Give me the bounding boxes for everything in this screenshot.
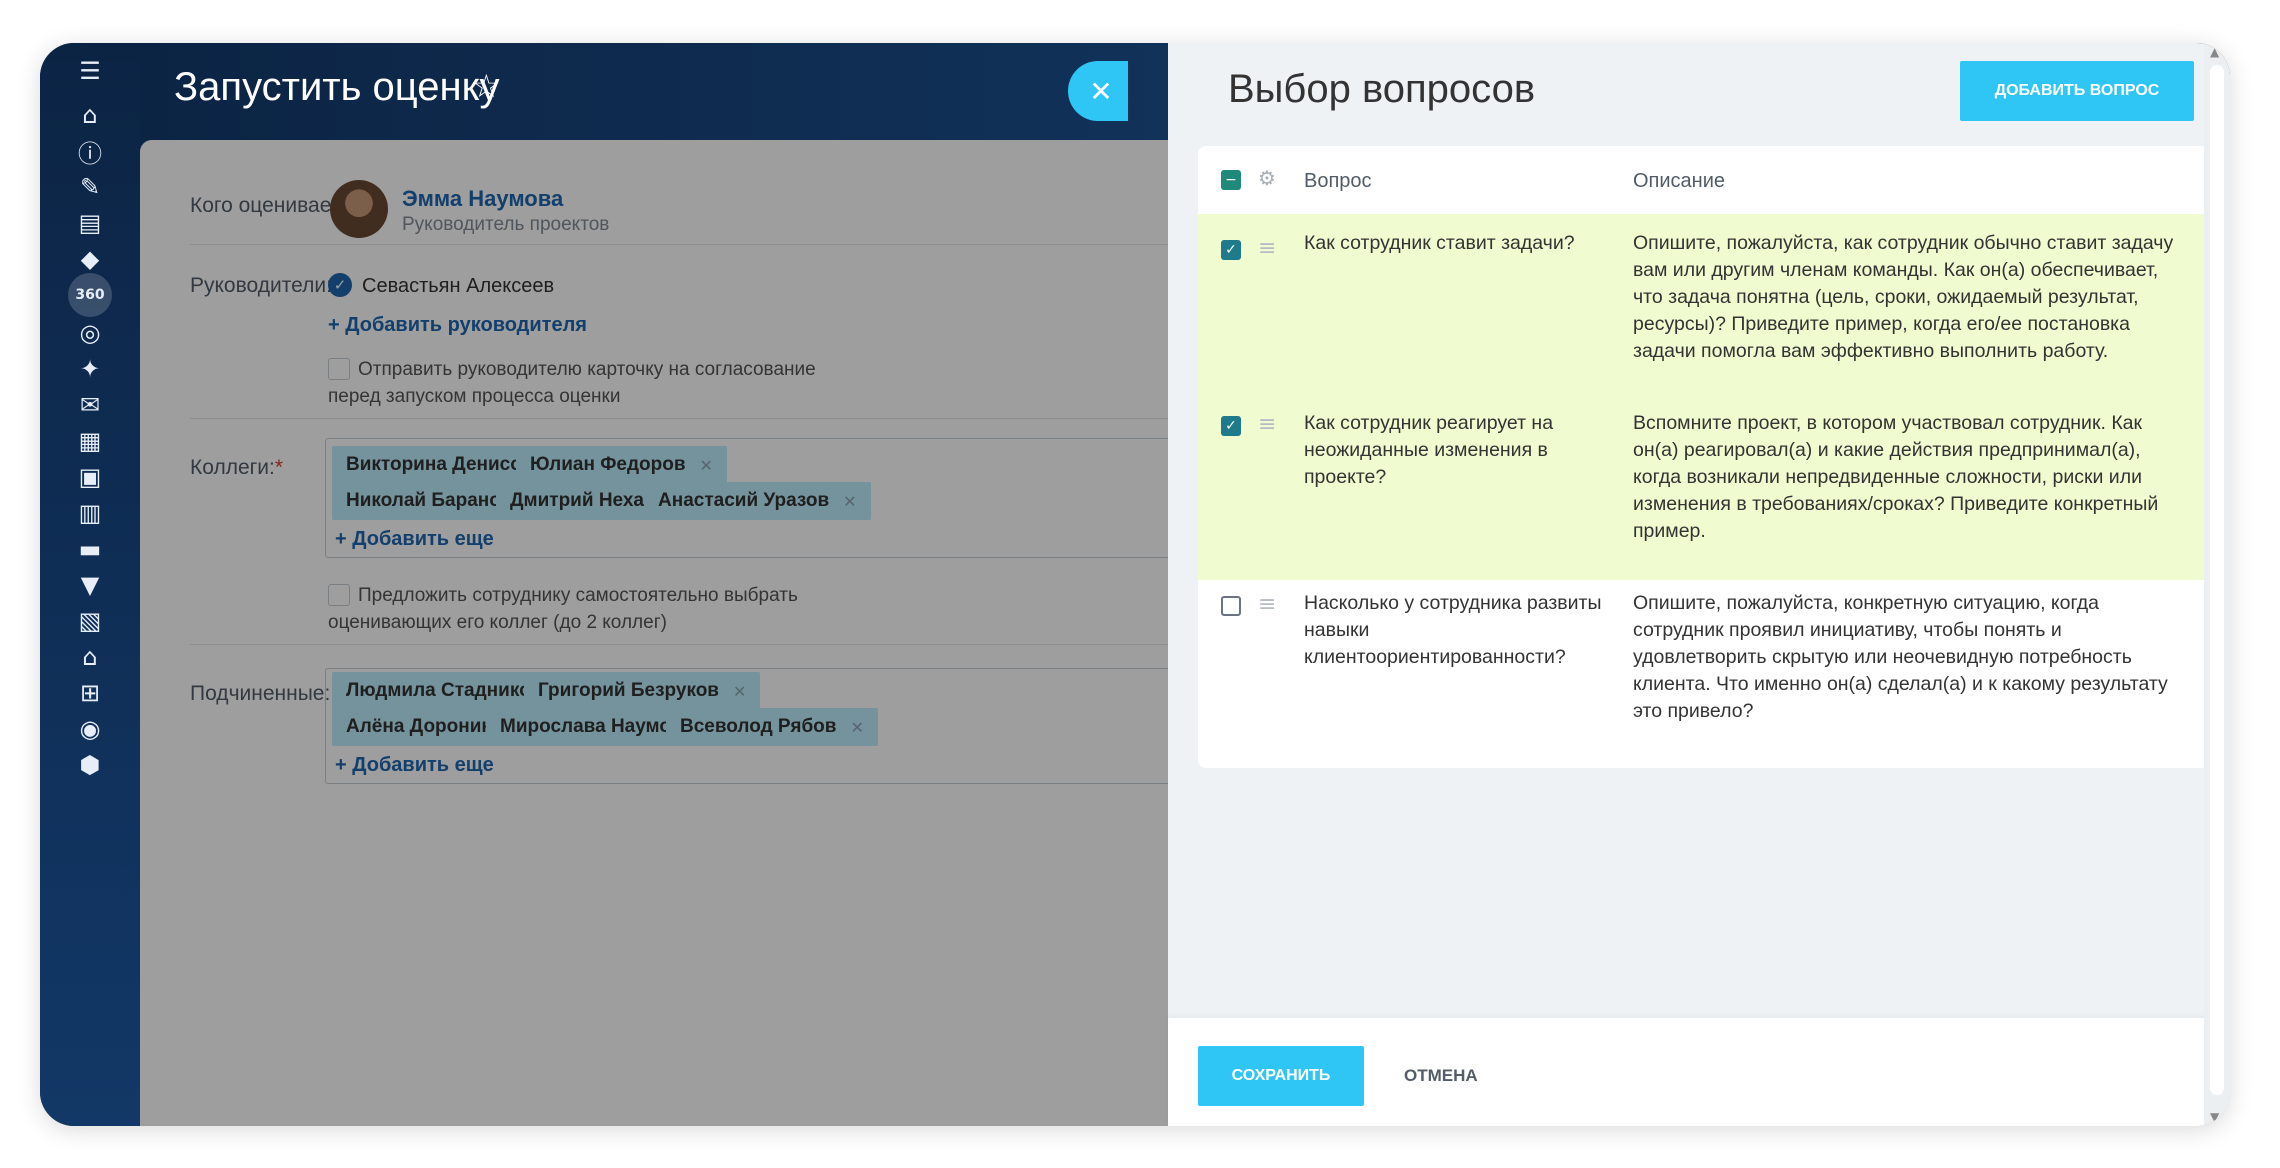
table-header: − ⚙ Вопрос Описание <box>1198 146 2210 214</box>
add-question-button[interactable]: ДОБАВИТЬ ВОПРОС <box>1960 61 2194 121</box>
panel-title: Выбор вопросов <box>1228 67 1536 111</box>
assessment-360-icon[interactable]: 360 <box>68 273 112 317</box>
question-text: Как сотрудник реагирует на неожиданные и… <box>1304 412 1554 488</box>
cancel-button[interactable]: ОТМЕНА <box>1404 1066 1478 1086</box>
close-slider-button[interactable]: ✕ <box>1068 61 1128 121</box>
table-row[interactable]: ✓ ≡ Как сотрудник реагирует на неожиданн… <box>1198 400 2210 580</box>
question-text: Насколько у сотрудника развиты навыки кл… <box>1304 592 1602 668</box>
drag-handle-icon[interactable]: ≡ <box>1258 414 1280 436</box>
shop-icon[interactable]: ⌂ <box>70 637 110 677</box>
drag-handle-icon[interactable]: ≡ <box>1258 594 1280 616</box>
tasks-icon[interactable]: ✎ <box>70 167 110 207</box>
target-icon[interactable]: ◎ <box>70 313 110 353</box>
app-sidebar: ☰ ⌂ ⓘ ✎ ▤ ◆ 360 ◎ ✦ ✉ ▦ ▣ ▥ ▬ ▼ ▧ ⌂ ⊞ ◉ … <box>40 43 140 1126</box>
settings-gear-icon[interactable]: ⚙ <box>1258 166 1276 190</box>
docs-icon[interactable]: ▤ <box>70 203 110 243</box>
info-icon[interactable]: ⓘ <box>70 131 110 171</box>
table-row[interactable]: ≡ Насколько у сотрудника развиты навыки … <box>1198 580 2210 768</box>
row-checkbox[interactable]: ✓ <box>1221 416 1241 436</box>
description-text: Опишите, пожалуйста, конкретную ситуацию… <box>1633 592 2168 722</box>
row-checkbox[interactable]: ✓ <box>1221 240 1241 260</box>
scrollbar-thumb[interactable] <box>2210 65 2224 1095</box>
chat-icon[interactable]: ✉ <box>70 385 110 425</box>
planner-icon[interactable]: ▧ <box>70 601 110 641</box>
row-checkbox[interactable] <box>1221 596 1241 616</box>
games-icon[interactable]: ✦ <box>70 349 110 389</box>
stats-icon[interactable]: ▦ <box>70 421 110 461</box>
column-header-question[interactable]: Вопрос <box>1304 170 1372 193</box>
panel-footer: СОХРАНИТЬ ОТМЕНА <box>1168 1018 2230 1126</box>
page-title: Запустить оценку <box>174 65 500 109</box>
column-header-description[interactable]: Описание <box>1633 170 1725 193</box>
drag-handle-icon[interactable]: ≡ <box>1258 238 1280 260</box>
scroll-up-icon[interactable]: ▲ <box>2210 45 2219 59</box>
calendar-icon[interactable]: ▥ <box>70 493 110 533</box>
overlay[interactable] <box>140 140 1170 1126</box>
crm-icon[interactable]: ▬ <box>70 529 110 569</box>
description-text: Опишите, пожалуйста, как сотрудник обычн… <box>1633 232 2174 362</box>
question-picker-panel: Выбор вопросов ДОБАВИТЬ ВОПРОС − ⚙ Вопро… <box>1168 43 2230 1126</box>
description-text: Вспомните проект, в котором участвовал с… <box>1633 412 2159 542</box>
filter-icon[interactable]: ▼ <box>70 565 110 605</box>
select-all-checkbox[interactable]: − <box>1221 170 1241 190</box>
menu-icon[interactable]: ☰ <box>70 51 110 91</box>
app-window: ☰ ⌂ ⓘ ✎ ▤ ◆ 360 ◎ ✦ ✉ ▦ ▣ ▥ ▬ ▼ ▧ ⌂ ⊞ ◉ … <box>40 43 2230 1126</box>
cart-icon[interactable]: ⊞ <box>70 673 110 713</box>
scrollbar[interactable]: ▲ ▼ <box>2204 43 2230 1126</box>
questions-table: − ⚙ Вопрос Описание ✓ ≡ Как сотрудник ст… <box>1198 146 2210 768</box>
goal-icon[interactable]: ◉ <box>70 709 110 749</box>
question-text: Как сотрудник ставит задачи? <box>1304 232 1575 254</box>
cards-icon[interactable]: ▣ <box>70 457 110 497</box>
save-button[interactable]: СОХРАНИТЬ <box>1198 1046 1364 1106</box>
home-icon[interactable]: ⌂ <box>70 95 110 135</box>
shield-icon[interactable]: ⬢ <box>70 745 110 785</box>
favorite-star-icon[interactable]: ☆ <box>472 67 501 105</box>
table-row[interactable]: ✓ ≡ Как сотрудник ставит задачи? Опишите… <box>1198 214 2210 400</box>
scroll-down-icon[interactable]: ▼ <box>2210 1110 2219 1124</box>
